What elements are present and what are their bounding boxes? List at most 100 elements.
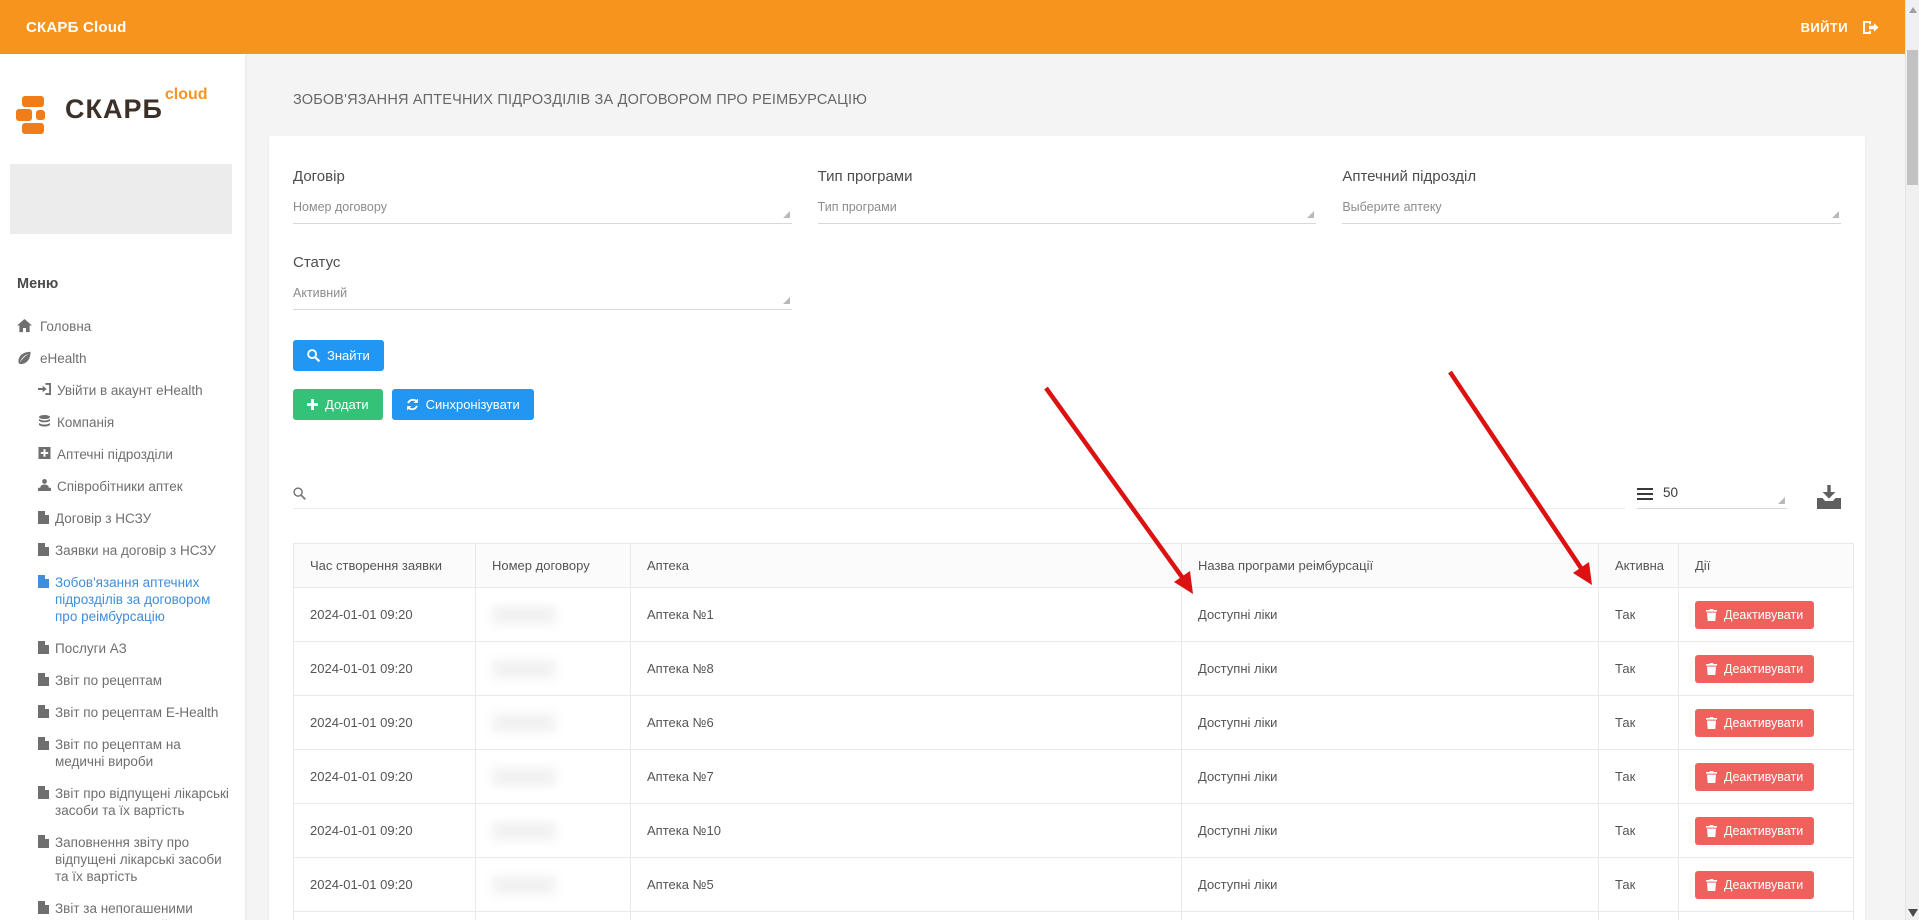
sidebar: СКАРБ cloud Меню Головна eHealth Увійти …	[0, 54, 245, 920]
select-corner-icon	[1832, 211, 1839, 218]
sidebar-nav: Головна eHealth Увійти в акаунт eHealth …	[0, 318, 245, 920]
sync-button[interactable]: Синхронізувати	[392, 389, 534, 420]
table-row: 2024-01-01 09:20 Аптека №5 Доступні ліки…	[294, 858, 1854, 912]
cell-active: Так	[1599, 750, 1679, 804]
vertical-scrollbar[interactable]	[1905, 0, 1919, 920]
filter-status-label: Статус	[293, 254, 792, 271]
sidebar-item-dispensed-drugs-report[interactable]: Звіт про відпущені лікарські засоби та ї…	[0, 785, 245, 819]
sidebar-item-reimbursement-obligations[interactable]: Зобов'язання аптечних підрозділів за дог…	[0, 574, 245, 625]
sidebar-item-prescription-report-medical[interactable]: Звіт по рецептам на медичні вироби	[0, 736, 245, 770]
sidebar-item-ehealth-login[interactable]: Увійти в акаунт eHealth	[0, 382, 245, 399]
cell-pharmacy: Аптека №7	[631, 750, 1182, 804]
topbar: СКАРБ Cloud ВИЙТИ	[0, 0, 1905, 54]
sidebar-item-fill-dispensed-drugs-report[interactable]: Заповнення звіту про відпущені лікарські…	[0, 834, 245, 885]
file-icon	[38, 705, 49, 718]
sign-in-icon	[38, 383, 51, 395]
pharmacy-unit-select[interactable]: Выберите аптеку	[1342, 200, 1841, 224]
page-size-select[interactable]: 50	[1637, 485, 1787, 509]
logo-text: СКАРБ	[65, 92, 163, 126]
contract-select[interactable]: Номер договору	[293, 200, 792, 224]
cell-pharmacy: Аптека №5	[631, 858, 1182, 912]
deactivate-button[interactable]: Деактивувати	[1695, 871, 1814, 899]
col-program: Назва програми реімбурсації	[1182, 544, 1599, 588]
scroll-up-icon[interactable]	[1909, 7, 1917, 13]
table-toolbar: 50	[293, 484, 1841, 509]
cell-contract	[476, 750, 631, 804]
filter-program-type-label: Тип програми	[818, 168, 1317, 185]
leaf-icon	[17, 351, 32, 365]
file-icon	[38, 641, 49, 654]
sidebar-item-prescription-report-ehealth[interactable]: Звіт по рецептам E-Health	[0, 704, 245, 721]
filter-contract: Договір Номер договору	[293, 168, 792, 224]
file-icon	[38, 786, 49, 799]
filters: Договір Номер договору Тип програми Тип …	[293, 168, 1841, 310]
trash-icon	[1706, 609, 1717, 621]
sidebar-item-home[interactable]: Головна	[0, 318, 245, 335]
status-select[interactable]: Активний	[293, 286, 792, 310]
cell-actions: Деактивувати	[1679, 696, 1854, 750]
trash-icon	[1706, 663, 1717, 675]
sidebar-item-nszu-contract[interactable]: Договір з НСЗУ	[0, 510, 245, 527]
deactivate-button[interactable]: Деактивувати	[1695, 709, 1814, 737]
cell-program: Доступні ліки	[1182, 696, 1599, 750]
plus-icon	[307, 399, 318, 410]
deactivate-button[interactable]: Деактивувати	[1695, 655, 1814, 683]
logo[interactable]: СКАРБ cloud	[0, 54, 245, 150]
cell-actions: Деактивувати	[1679, 912, 1854, 920]
redacted-contract-number	[492, 768, 556, 786]
table-search-input[interactable]	[314, 485, 1625, 500]
cell-actions: Деактивувати	[1679, 750, 1854, 804]
filter-status: Статус Активний	[293, 254, 792, 310]
add-button[interactable]: Додати	[293, 389, 383, 420]
sidebar-item-az-services[interactable]: Послуги АЗ	[0, 640, 245, 657]
file-icon	[38, 511, 49, 524]
cell-pharmacy: Аптека №1	[631, 588, 1182, 642]
col-pharmacy: Аптека	[631, 544, 1182, 588]
sidebar-item-nszu-contract-requests[interactable]: Заявки на договір з НСЗУ	[0, 542, 245, 559]
cell-contract	[476, 642, 631, 696]
sidebar-item-pharmacy-units[interactable]: Аптечні підрозділи	[0, 446, 245, 463]
col-contract: Номер договору	[476, 544, 631, 588]
cell-active: Так	[1599, 642, 1679, 696]
redacted-contract-number	[492, 876, 556, 894]
file-icon	[38, 673, 49, 686]
logout-button[interactable]: ВИЙТИ	[1801, 20, 1879, 35]
menu-header: Меню	[17, 276, 245, 292]
redacted-contract-number	[492, 822, 556, 840]
cell-contract	[476, 912, 631, 920]
file-icon	[38, 835, 49, 848]
sidebar-item-unredeemed-prescriptions-report[interactable]: Звіт за непогашеними рецептами (новий)	[0, 900, 245, 920]
sidebar-item-prescription-report[interactable]: Звіт по рецептам	[0, 672, 245, 689]
app-brand[interactable]: СКАРБ Cloud	[26, 19, 126, 36]
cell-actions: Деактивувати	[1679, 588, 1854, 642]
redacted-contract-number	[492, 606, 556, 624]
cell-actions: Деактивувати	[1679, 642, 1854, 696]
cell-pharmacy: Аптека №10	[631, 804, 1182, 858]
deactivate-button[interactable]: Деактивувати	[1695, 817, 1814, 845]
table-search[interactable]	[293, 485, 1625, 509]
cell-program: Доступні ліки	[1182, 804, 1599, 858]
select-corner-icon	[1307, 211, 1314, 218]
search-icon	[293, 487, 306, 500]
redacted-contract-number	[492, 714, 556, 732]
download-icon[interactable]	[1817, 484, 1841, 509]
deactivate-button[interactable]: Деактивувати	[1695, 601, 1814, 629]
file-icon	[38, 543, 49, 556]
scrollbar-thumb[interactable]	[1907, 50, 1918, 185]
deactivate-button[interactable]: Деактивувати	[1695, 763, 1814, 791]
page-title: ЗОБОВ'ЯЗАННЯ АПТЕЧНИХ ПІДРОЗДІЛІВ ЗА ДОГ…	[245, 54, 1905, 136]
search-icon	[307, 349, 320, 362]
sidebar-item-company[interactable]: Компанія	[0, 414, 245, 431]
obligations-table: Час створення заявки Номер договору Апте…	[293, 543, 1854, 920]
find-button[interactable]: Знайти	[293, 340, 384, 371]
scroll-down-icon[interactable]	[1908, 909, 1918, 917]
select-corner-icon	[783, 297, 790, 304]
logout-label: ВИЙТИ	[1801, 20, 1848, 35]
table-row: 2024-01-01 09:20 Аптека №7 Доступні ліки…	[294, 750, 1854, 804]
sidebar-item-pharmacy-staff[interactable]: Співробітники аптек	[0, 478, 245, 495]
skarb-logo-icon	[14, 94, 56, 136]
table-row: 2024-01-01 09:20 Аптека №6 Доступні ліки…	[294, 696, 1854, 750]
trash-icon	[1706, 879, 1717, 891]
sidebar-item-ehealth[interactable]: eHealth	[0, 350, 245, 367]
program-type-select[interactable]: Тип програми	[818, 200, 1317, 224]
